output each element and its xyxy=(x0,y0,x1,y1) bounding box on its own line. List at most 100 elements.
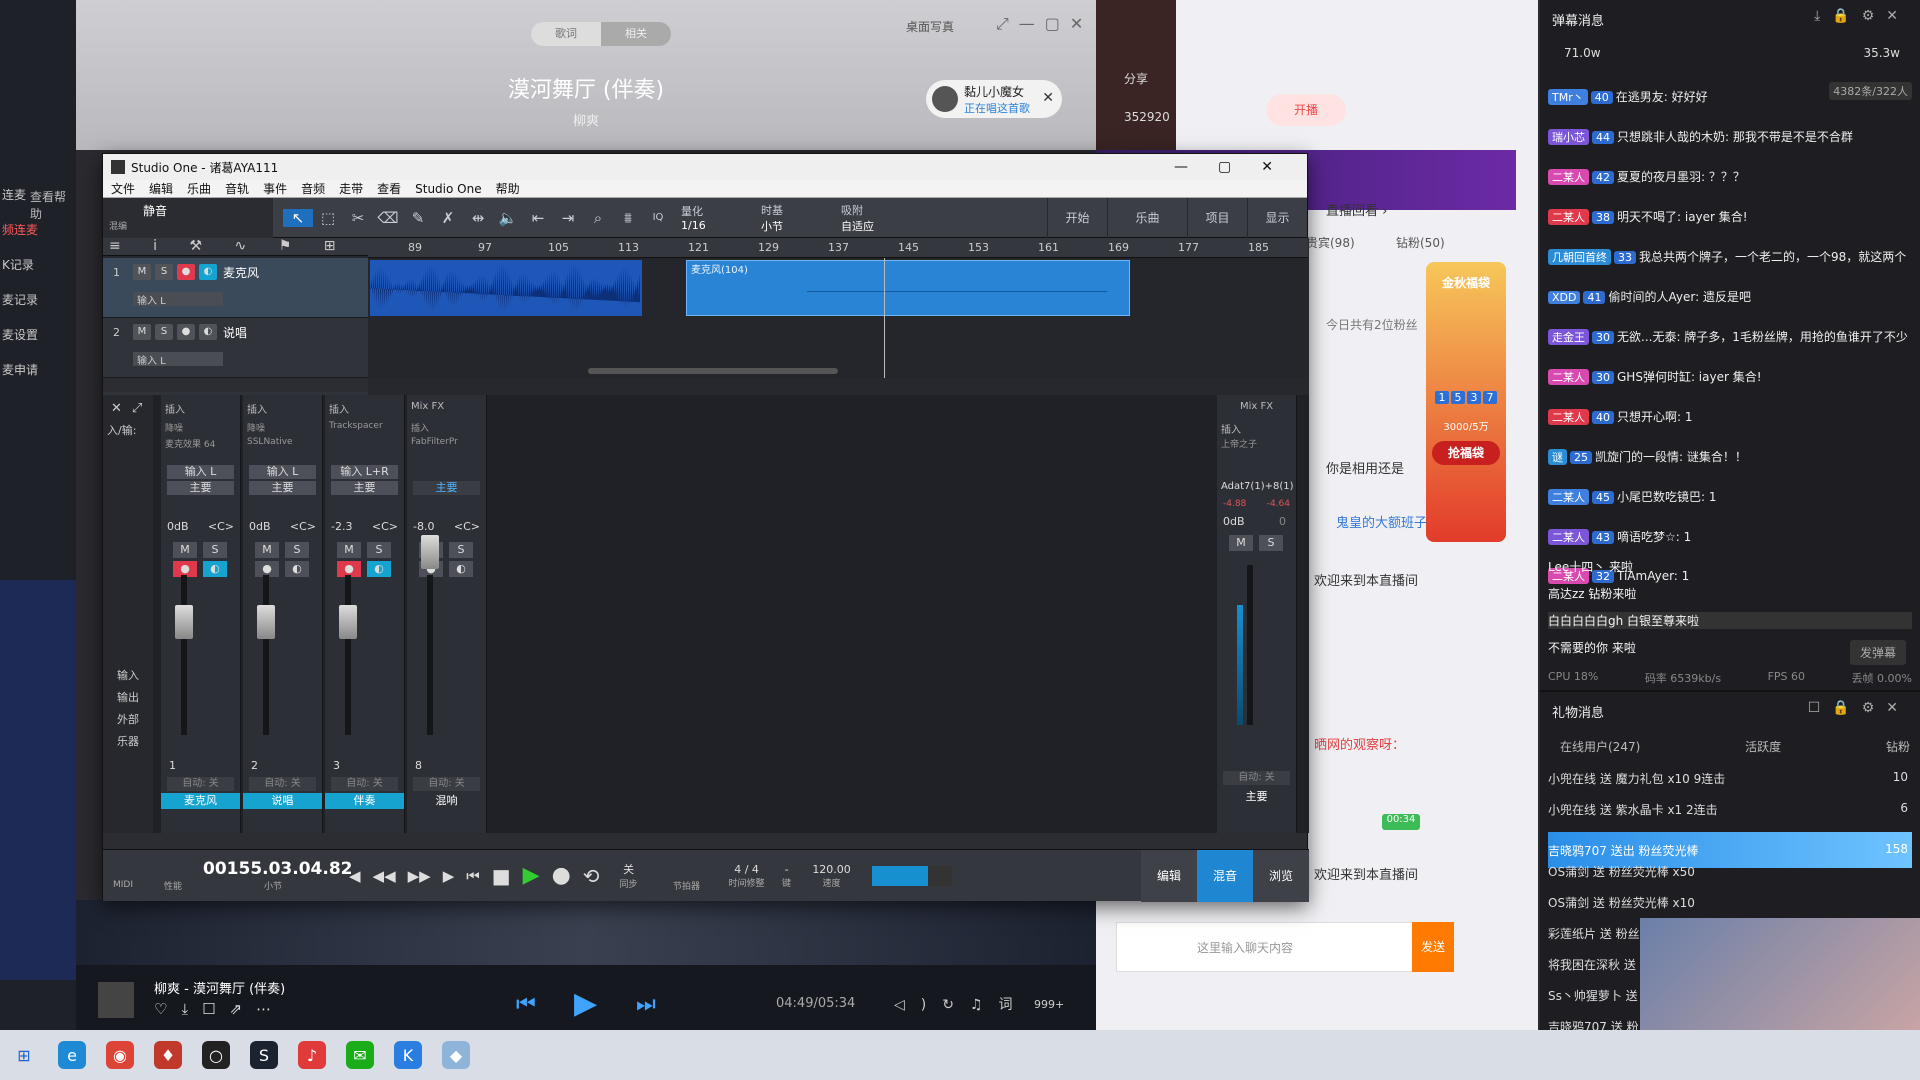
insert-slot-2[interactable]: SSLNative xyxy=(247,437,318,451)
record-arm-button[interactable]: ● xyxy=(177,324,195,340)
tab-diamond[interactable]: 钻粉(50) xyxy=(1396,234,1445,251)
timebase-select[interactable]: 时基 小节 xyxy=(753,202,833,234)
time-display[interactable]: 00155.03.04.82 小节 xyxy=(203,859,353,892)
insert-slot-1[interactable]: 降噪 xyxy=(247,421,318,435)
insert-header[interactable]: 插入 xyxy=(165,401,236,416)
main-input[interactable]: Adat7(1)+8(1) xyxy=(1221,481,1294,492)
channel-name[interactable]: 混响 xyxy=(407,793,486,809)
main-volume[interactable]: 0dB xyxy=(1223,515,1245,528)
kugou-icon[interactable]: K xyxy=(394,1041,422,1069)
mute-button[interactable]: M xyxy=(133,264,151,280)
volume-value[interactable]: -2.3 xyxy=(331,520,352,533)
solo-button[interactable]: S xyxy=(285,542,309,558)
main-fader[interactable] xyxy=(1237,565,1253,725)
chat-input[interactable]: 这里输入聊天内容 xyxy=(1116,922,1444,972)
volume-value[interactable]: 0dB xyxy=(167,520,189,533)
window-controls[interactable]: —▢✕ xyxy=(1174,159,1307,175)
share-button[interactable]: 分享 xyxy=(1124,70,1148,87)
app-icon-blue[interactable]: ◆ xyxy=(442,1041,470,1069)
gift-column-tab[interactable]: 在线用户(247) xyxy=(1560,738,1640,755)
to-start-icon[interactable]: ⏮ xyxy=(466,867,480,885)
nudge-left-icon[interactable]: ⇤ xyxy=(523,209,553,227)
send-button[interactable]: 发送 xyxy=(1412,922,1454,972)
replay-link[interactable]: 直播回看 › xyxy=(1326,200,1387,219)
view-tab[interactable]: 编辑 xyxy=(1141,849,1197,902)
channel-name[interactable]: 主要 xyxy=(1217,789,1296,805)
menu-item[interactable]: 音频 xyxy=(301,180,325,197)
mix-fx-header[interactable]: Mix FX xyxy=(1221,401,1292,415)
edge-icon[interactable]: e xyxy=(58,1041,86,1069)
automation-toggle[interactable]: 自动: 关 xyxy=(1223,771,1290,785)
app-icon-obs[interactable]: ○ xyxy=(202,1041,230,1069)
sync-toggle[interactable]: 关 同步 xyxy=(606,861,652,890)
view-tab[interactable]: 混音 xyxy=(1197,849,1253,902)
gift-column-tab[interactable]: 钻粉 xyxy=(1886,738,1910,755)
channel-name[interactable]: 说唱 xyxy=(243,793,322,809)
insert-slot-1[interactable]: Trackspacer xyxy=(329,421,400,435)
track-input[interactable]: 输入 L xyxy=(133,352,223,367)
menu-item[interactable]: 查看 xyxy=(377,180,401,197)
pan-value[interactable]: <C> xyxy=(372,520,398,533)
solo-button[interactable]: S xyxy=(203,542,227,558)
app-icon-red[interactable]: ♦ xyxy=(154,1041,182,1069)
mute-tool-icon[interactable]: ✗ xyxy=(433,209,463,227)
monitor-button[interactable]: ◐ xyxy=(199,264,217,280)
view-tab[interactable]: 浏览 xyxy=(1253,849,1309,902)
side-menu-item[interactable]: 麦记录 xyxy=(0,283,38,318)
signature[interactable]: 4 / 4 时间修整 xyxy=(722,863,772,889)
output-select[interactable]: 主要 xyxy=(167,481,234,495)
fader-knob[interactable] xyxy=(421,535,439,569)
monitor-button[interactable]: ◐ xyxy=(285,561,309,577)
album-cover[interactable] xyxy=(98,982,134,1018)
close-icon[interactable]: ✕ xyxy=(1042,90,1054,106)
input-select[interactable]: 输入 L xyxy=(249,465,316,479)
next-icon[interactable]: ⏭ xyxy=(636,992,656,1017)
lottery-button[interactable]: 抢福袋 xyxy=(1432,441,1500,465)
key[interactable]: - 键 xyxy=(772,863,802,889)
output-select[interactable]: 主要 xyxy=(331,481,398,495)
menu-item[interactable]: 乐曲 xyxy=(187,180,211,197)
insert-slot-2[interactable]: FabFilterPr xyxy=(411,437,482,451)
snap-select[interactable]: 吸附 自适应 xyxy=(833,202,933,234)
insert-slot-2[interactable] xyxy=(329,437,400,451)
eraser-tool-icon[interactable]: ⌫ xyxy=(373,209,403,227)
side-menu-item[interactable]: 连麦 xyxy=(0,178,38,213)
mixer-side-button[interactable]: 输出 xyxy=(103,687,153,709)
mode-box[interactable]: 静音 混编 xyxy=(103,197,273,238)
wechat-icon[interactable]: ✉ xyxy=(346,1041,374,1069)
track-name[interactable]: 麦克风 xyxy=(223,264,259,281)
tab-lyrics[interactable]: 歌词 xyxy=(531,22,601,46)
danmu-tools[interactable]: ⤓🔒⚙✕ xyxy=(1814,8,1910,24)
volume-fader[interactable] xyxy=(175,575,193,735)
netease-music-icon[interactable]: ♪ xyxy=(298,1041,326,1069)
tab-related[interactable]: 相关 xyxy=(601,22,671,46)
automation-toggle[interactable]: 自动: 关 xyxy=(331,777,398,791)
monitor-button[interactable]: ◐ xyxy=(199,324,217,340)
stop-icon[interactable]: ■ xyxy=(492,864,511,888)
side-menu-item[interactable]: 麦申请 xyxy=(0,353,38,388)
toolbar-tab[interactable]: 显示 xyxy=(1247,197,1307,238)
solo-button[interactable]: S xyxy=(1259,535,1283,551)
volume-value[interactable]: -8.0 xyxy=(413,520,434,533)
mute-button[interactable]: M xyxy=(337,542,361,558)
tempo[interactable]: 120.00 速度 xyxy=(802,863,862,889)
range-tool-icon[interactable]: ⬚ xyxy=(313,209,343,227)
insert-slot-1[interactable]: 降噪 xyxy=(165,421,236,435)
arrow-tool-icon[interactable]: ↖ xyxy=(283,208,313,227)
audio-clip-1[interactable] xyxy=(370,260,642,316)
track-toolbar[interactable]: ≡ i ⚒ ∿ ⚑ ⊞ ⊟ ◷ ＋ xyxy=(103,238,368,273)
fader-knob[interactable] xyxy=(257,605,275,639)
toolbar-tab[interactable]: 项目 xyxy=(1187,197,1247,238)
volume-fader[interactable] xyxy=(421,535,439,735)
monitor-button[interactable]: ◐ xyxy=(449,561,473,577)
mute-button[interactable]: M xyxy=(173,542,197,558)
player-tools[interactable]: ◁)↻♫词 xyxy=(894,994,1029,1014)
menu-item[interactable]: 编辑 xyxy=(149,180,173,197)
split-tool-icon[interactable]: ✂ xyxy=(343,209,373,227)
prev-marker-icon[interactable]: ◀ xyxy=(349,867,361,885)
loop-icon[interactable]: ⟲ xyxy=(583,864,600,888)
track-input[interactable]: 输入 L xyxy=(133,292,223,307)
fader-knob[interactable] xyxy=(339,605,357,639)
listen-tool-icon[interactable]: 🔈 xyxy=(493,209,523,227)
toolbar-tab[interactable]: 开始 xyxy=(1047,197,1107,238)
